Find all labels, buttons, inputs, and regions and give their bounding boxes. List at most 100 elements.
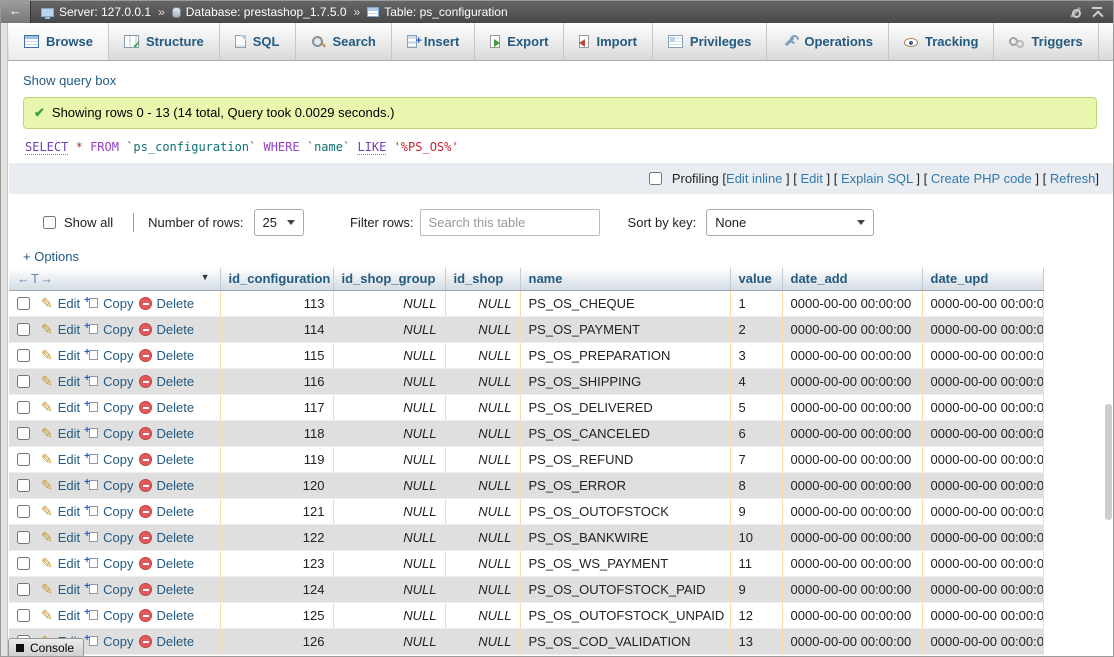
tab-import[interactable]: Import [564,23,652,60]
tab-tracking[interactable]: Tracking [889,23,994,60]
header-date-add[interactable]: date_add [782,268,922,290]
row-checkbox[interactable] [17,505,30,518]
cell-id-shop-group: NULL [333,576,445,602]
nav-back-button[interactable]: ← [1,1,31,23]
options-toggle[interactable]: + Options [23,249,79,264]
delete-link[interactable]: Delete [157,348,195,363]
scrollbar-thumb[interactable] [1105,404,1112,520]
copy-link[interactable]: Copy [103,582,133,597]
header-date-upd[interactable]: date_upd [922,268,1043,290]
show-all-label[interactable]: Show all [64,215,113,230]
edit-link[interactable]: Edit [58,608,80,623]
edit-link[interactable]: Edit [58,374,80,389]
edit-link[interactable]: Edit [58,556,80,571]
sort-dropdown-icon[interactable]: ▼ [201,272,210,282]
row-checkbox[interactable] [17,297,30,310]
tab-operations[interactable]: Operations [767,23,889,60]
row-checkbox[interactable] [17,609,30,622]
sort-by-key-select[interactable]: None [706,209,874,236]
filter-rows-input[interactable] [420,209,600,236]
tab-insert[interactable]: Insert [392,23,475,60]
profiling-checkbox[interactable] [649,172,662,185]
settings-gear-icon[interactable] [1070,7,1081,18]
edit-link[interactable]: Edit [58,348,80,363]
delete-link[interactable]: Delete [157,322,195,337]
delete-link[interactable]: Delete [157,374,195,389]
edit-link[interactable]: Edit [58,452,80,467]
delete-link[interactable]: Delete [157,530,195,545]
edit-link[interactable]: Edit [58,322,80,337]
row-checkbox[interactable] [17,479,30,492]
edit-link[interactable]: Edit [58,478,80,493]
show-query-box-link[interactable]: Show query box [23,73,116,88]
breadcrumb-server[interactable]: Server: 127.0.0.1 [59,5,151,19]
delete-link[interactable]: Delete [157,634,195,649]
delete-link[interactable]: Delete [157,478,195,493]
tab-search[interactable]: Search [296,23,392,60]
edit-link[interactable]: Edit [58,426,80,441]
copy-link[interactable]: Copy [103,400,133,415]
profiling-link-edit[interactable]: Edit [800,171,822,186]
transpose-controls[interactable]: ←T→ [17,271,54,286]
collapse-top-icon[interactable] [1091,7,1103,18]
row-checkbox[interactable] [17,531,30,544]
delete-link[interactable]: Delete [157,426,195,441]
copy-link[interactable]: Copy [103,634,133,649]
cell-id-configuration: 114 [220,316,333,342]
header-name[interactable]: name [520,268,730,290]
cell-id-shop-group: NULL [333,446,445,472]
header-id-shop-group[interactable]: id_shop_group [333,268,445,290]
header-id-shop[interactable]: id_shop [445,268,520,290]
tab-structure[interactable]: Structure [109,23,220,60]
edit-pencil-icon: ✎ [41,374,53,388]
profiling-link-refresh[interactable]: Refresh [1050,171,1096,186]
copy-link[interactable]: Copy [103,426,133,441]
tab-triggers[interactable]: Triggers [994,23,1098,60]
copy-link[interactable]: Copy [103,530,133,545]
delete-link[interactable]: Delete [157,582,195,597]
row-checkbox[interactable] [17,375,30,388]
copy-link[interactable]: Copy [103,556,133,571]
copy-link[interactable]: Copy [103,348,133,363]
profiling-link-explain-sql[interactable]: Explain SQL [841,171,913,186]
edit-link[interactable]: Edit [58,400,80,415]
nav-panel-splitter[interactable] [1,23,8,656]
tab-sql[interactable]: SQL [220,23,296,60]
row-checkbox[interactable] [17,427,30,440]
row-checkbox[interactable] [17,323,30,336]
delete-link[interactable]: Delete [157,296,195,311]
row-checkbox[interactable] [17,401,30,414]
row-checkbox[interactable] [17,583,30,596]
delete-link[interactable]: Delete [157,608,195,623]
delete-link[interactable]: Delete [157,400,195,415]
row-checkbox[interactable] [17,453,30,466]
profiling-link-create-php-code[interactable]: Create PHP code [931,171,1032,186]
copy-link[interactable]: Copy [103,504,133,519]
tab-browse[interactable]: Browse [9,23,109,60]
edit-link[interactable]: Edit [58,504,80,519]
header-value[interactable]: value [730,268,782,290]
row-checkbox[interactable] [17,349,30,362]
edit-link[interactable]: Edit [58,296,80,311]
console-toggle[interactable]: Console [8,638,84,656]
show-all-checkbox[interactable] [43,216,56,229]
breadcrumb-database[interactable]: Database: prestashop_1.7.5.0 [186,5,347,19]
header-id-configuration[interactable]: id_configuration [220,268,333,290]
delete-link[interactable]: Delete [157,556,195,571]
copy-link[interactable]: Copy [103,374,133,389]
edit-link[interactable]: Edit [58,582,80,597]
delete-link[interactable]: Delete [157,452,195,467]
number-of-rows-select[interactable]: 25 [254,209,304,236]
tab-privileges[interactable]: Privileges [653,23,767,60]
profiling-link-edit-inline[interactable]: Edit inline [726,171,782,186]
delete-link[interactable]: Delete [157,504,195,519]
breadcrumb-table[interactable]: Table: ps_configuration [384,5,507,19]
copy-link[interactable]: Copy [103,608,133,623]
row-checkbox[interactable] [17,557,30,570]
tab-export[interactable]: Export [475,23,564,60]
copy-link[interactable]: Copy [103,296,133,311]
copy-link[interactable]: Copy [103,478,133,493]
copy-link[interactable]: Copy [103,452,133,467]
copy-link[interactable]: Copy [103,322,133,337]
edit-link[interactable]: Edit [58,530,80,545]
